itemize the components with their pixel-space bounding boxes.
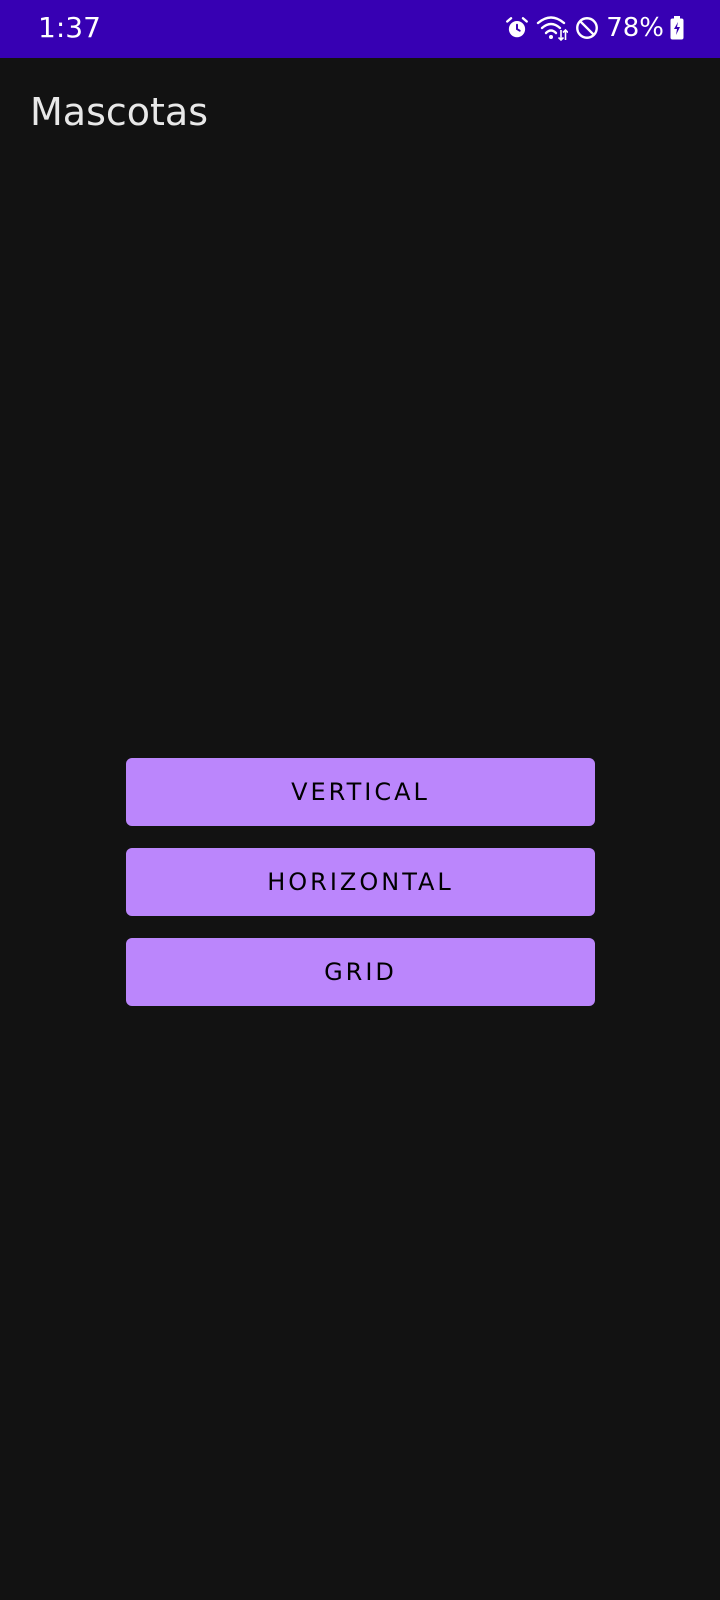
battery-percentage: 78% (606, 13, 664, 43)
status-icons: 78% (504, 12, 684, 44)
horizontal-button[interactable]: HORIZONTAL (126, 848, 595, 916)
status-bar: 1:37 78% (0, 0, 720, 58)
wifi-icon (536, 14, 569, 42)
vertical-button[interactable]: VERTICAL (126, 758, 595, 826)
do-not-disturb-icon (574, 15, 600, 41)
alarm-icon (504, 15, 530, 41)
grid-button[interactable]: GRID (126, 938, 595, 1006)
status-time: 1:37 (38, 11, 101, 44)
app-title: Mascotas (30, 90, 208, 134)
battery-charging-icon (670, 16, 684, 40)
